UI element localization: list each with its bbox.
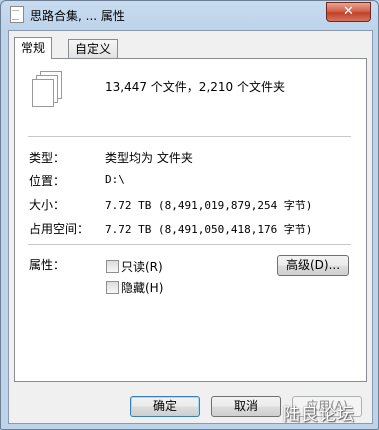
divider [28,136,351,137]
size-value: 7.72 TB (8,491,019,879,254 字节) [105,199,313,212]
location-value: D:\ [105,173,125,186]
close-button[interactable]: ✕ [326,2,371,22]
advanced-button[interactable]: 高级(D)... [277,255,349,276]
size-on-disk-value: 7.72 TB (8,491,050,418,176 字节) [105,223,313,236]
dialog-body: 常规 自定义 13,447 个文件，2,210 个文件夹 类型： 类型均为 文件… [8,30,373,424]
attributes-label: 属性： [29,258,66,272]
hidden-checkbox[interactable] [106,281,119,294]
window-title: 思路合集, ... 属性 [30,9,125,23]
tab-custom[interactable]: 自定义 [68,39,119,58]
properties-window: 思路合集, ... 属性 ✕ 常规 自定义 13,447 个文件，2,210 个… [0,0,379,430]
title-bar[interactable]: 思路合集, ... 属性 ✕ [1,1,378,29]
item-count: 13,447 个文件，2,210 个文件夹 [105,80,285,94]
size-on-disk-label: 占用空间： [29,222,90,236]
tab-general[interactable]: 常规 [14,37,53,59]
hidden-label[interactable]: 隐藏(H) [121,279,163,296]
location-label: 位置： [29,174,66,188]
type-value: 类型均为 文件夹 [105,151,193,165]
document-icon [10,6,24,23]
multiple-files-icon [30,71,64,109]
ok-button[interactable]: 确定 [130,396,200,417]
general-panel: 13,447 个文件，2,210 个文件夹 类型： 类型均为 文件夹 位置： D… [14,58,367,382]
divider [28,244,351,245]
cancel-button[interactable]: 取消 [211,396,281,417]
readonly-checkbox[interactable] [106,260,119,273]
type-label: 类型： [29,151,66,165]
readonly-label[interactable]: 只读(R) [121,258,163,275]
size-label: 大小： [29,198,66,212]
forum-watermark: 陆良论坛 [283,405,355,425]
